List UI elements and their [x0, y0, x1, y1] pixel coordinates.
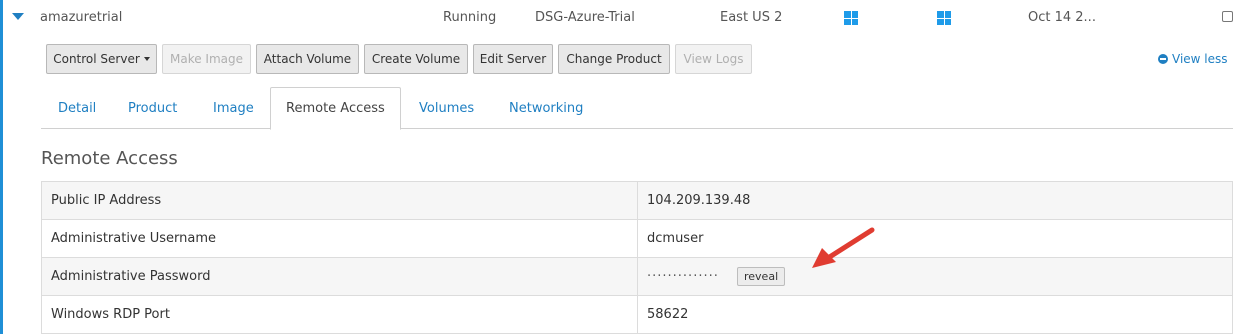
- server-row[interactable]: amazuretrial Running DSG-Azure-Trial Eas…: [0, 0, 1238, 36]
- public-ip-value: 104.209.139.48: [637, 181, 1233, 220]
- minus-circle-icon: [1158, 54, 1168, 64]
- tab-image[interactable]: Image: [198, 87, 269, 129]
- attach-volume-button[interactable]: Attach Volume: [256, 44, 359, 74]
- tab-product[interactable]: Product: [113, 87, 192, 129]
- selection-accent-bar: [0, 0, 3, 334]
- row-select-checkbox[interactable]: [1222, 11, 1233, 22]
- view-logs-button[interactable]: View Logs: [675, 44, 752, 74]
- control-server-label: Control Server: [53, 52, 140, 66]
- tab-detail[interactable]: Detail: [43, 87, 111, 129]
- table-row: Windows RDP Port 58622: [41, 295, 1233, 334]
- arrow-icon: [812, 227, 875, 268]
- tab-networking[interactable]: Networking: [494, 87, 598, 129]
- server-status: Running: [443, 10, 497, 25]
- view-less-label: View less: [1172, 52, 1228, 66]
- windows-icon: [937, 11, 951, 25]
- edit-server-button[interactable]: Edit Server: [473, 44, 553, 74]
- make-image-button[interactable]: Make Image: [162, 44, 251, 74]
- server-date: Oct 14 2...: [1028, 10, 1096, 25]
- table-row: Administrative Username dcmuser: [41, 219, 1233, 258]
- table-row: Administrative Password ·············· r…: [41, 257, 1233, 296]
- row-label: Administrative Username: [41, 219, 638, 258]
- section-title: Remote Access: [41, 148, 178, 169]
- caret-down-icon[interactable]: [12, 13, 24, 20]
- password-cell: ·············· reveal: [637, 257, 1233, 296]
- reveal-password-button[interactable]: reveal: [737, 267, 786, 286]
- chevron-down-icon: [143, 57, 150, 61]
- change-product-button[interactable]: Change Product: [558, 44, 670, 74]
- rdp-port-value: 58622: [637, 295, 1233, 334]
- control-server-button[interactable]: Control Server: [46, 44, 157, 74]
- tab-volumes[interactable]: Volumes: [404, 87, 489, 129]
- row-label: Windows RDP Port: [41, 295, 638, 334]
- masked-password: ··············: [647, 269, 719, 284]
- server-name: amazuretrial: [40, 10, 123, 25]
- tab-remote-access[interactable]: Remote Access: [270, 87, 401, 130]
- server-project: DSG-Azure-Trial: [535, 10, 635, 25]
- username-value: dcmuser: [637, 219, 1233, 258]
- table-row: Public IP Address 104.209.139.48: [41, 181, 1233, 220]
- remote-access-table: Public IP Address 104.209.139.48 Adminis…: [41, 181, 1233, 334]
- tab-bar: Detail Product Image Remote Access Volum…: [41, 87, 1233, 130]
- create-volume-button[interactable]: Create Volume: [364, 44, 468, 74]
- server-region: East US 2: [720, 10, 783, 25]
- row-label: Administrative Password: [41, 257, 638, 296]
- windows-icon: [844, 11, 858, 25]
- view-less-link[interactable]: View less: [1158, 52, 1228, 66]
- row-label: Public IP Address: [41, 181, 638, 220]
